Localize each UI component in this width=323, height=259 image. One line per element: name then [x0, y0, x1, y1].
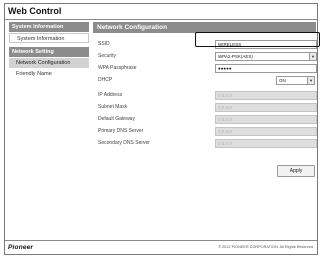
ip-address-label: IP Address [98, 92, 123, 98]
security-label: Security [98, 53, 117, 59]
security-select[interactable]: WPA2-PSK(AES) ▼ [215, 52, 317, 61]
ssid-callout-box [195, 32, 320, 47]
sidebar-heading-network-setting: Network Setting [9, 47, 89, 57]
default-gateway-label: Default Gateway [98, 116, 135, 122]
primary-dns-row: Primary DNS Server 0.0.0.0 [98, 127, 317, 136]
secondary-dns-row: Secondary DNS Server 0.0.0.0 [98, 139, 317, 148]
subnet-mask-input: 0.0.0.0 [215, 103, 317, 112]
dhcp-value: ON [279, 78, 286, 83]
ip-address-row: IP Address 0.0.0.0 [98, 91, 317, 100]
primary-dns-label: Primary DNS Server [98, 128, 144, 134]
sidebar-heading-system-information: System Information [9, 22, 89, 32]
dhcp-label: DHCP [98, 77, 113, 83]
wpa-passphrase-row: WPA Passphrase ●●●●● [98, 64, 317, 73]
wpa-passphrase-label: WPA Passphrase [98, 65, 137, 71]
secondary-dns-input: 0.0.0.0 [215, 139, 317, 148]
app-title: Web Control [8, 6, 62, 16]
ssid-label: SSID [98, 41, 110, 47]
footer-divider [5, 240, 317, 241]
sidebar-item-system-information[interactable]: System Information [9, 33, 89, 43]
chevron-down-icon[interactable]: ▼ [307, 77, 314, 84]
chevron-down-icon[interactable]: ▼ [309, 53, 316, 60]
dhcp-select[interactable]: ON ▼ [276, 76, 315, 85]
subnet-mask-row: Subnet Mask 0.0.0.0 [98, 103, 317, 112]
secondary-dns-label: Secondary DNS Server [98, 140, 150, 146]
ip-address-input: 0.0.0.0 [215, 91, 317, 100]
pioneer-logo: Pioneer [8, 244, 34, 251]
dhcp-row: DHCP ON ▼ [98, 76, 315, 85]
copyright-text: © 2012 PIONEER CORPORATION. All Rights R… [218, 245, 314, 249]
primary-dns-input: 0.0.0.0 [215, 127, 317, 136]
default-gateway-row: Default Gateway 0.0.0.0 [98, 115, 317, 124]
sidebar-item-network-configuration[interactable]: Network Configuration [9, 58, 89, 68]
sidebar: System Information System Information Ne… [9, 22, 89, 79]
default-gateway-input: 0.0.0.0 [215, 115, 317, 124]
security-value: WPA2-PSK(AES) [218, 54, 253, 59]
title-divider [5, 19, 317, 20]
apply-button[interactable]: Apply [277, 165, 315, 177]
security-row: Security WPA2-PSK(AES) ▼ [98, 52, 317, 61]
main-panel: Network Configuration SSID WIRELESS Secu… [93, 22, 317, 234]
sidebar-item-friendly-name[interactable]: Friendly Name [9, 69, 89, 79]
wpa-passphrase-input[interactable]: ●●●●● [215, 64, 317, 73]
subnet-mask-label: Subnet Mask [98, 104, 128, 110]
